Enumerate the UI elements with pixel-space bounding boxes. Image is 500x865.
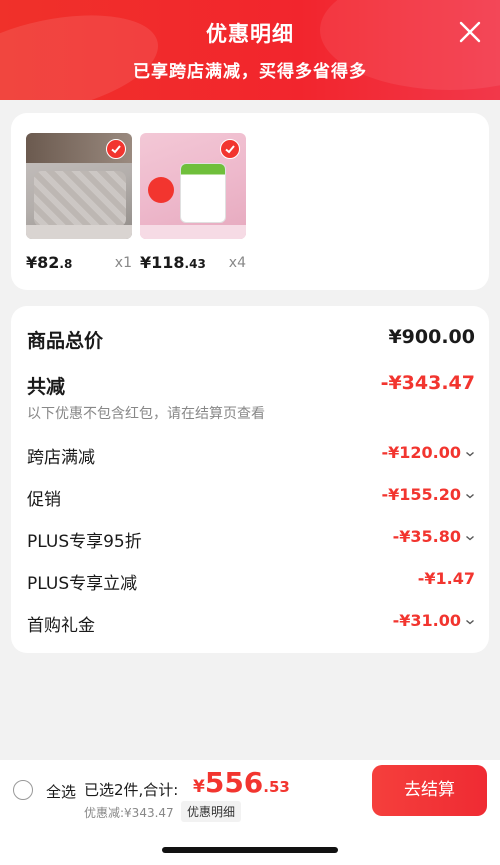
total-reduce-value: -¥343.47 xyxy=(380,372,475,394)
product-image[interactable] xyxy=(140,133,246,239)
selected-check-icon xyxy=(220,139,240,159)
discount-amount: -¥155.20 xyxy=(381,485,461,504)
product-price: ¥82.8 xyxy=(26,253,72,272)
discount-summary: 优惠减:¥343.47 xyxy=(84,806,174,820)
discount-item-label: 跨店满减 xyxy=(27,448,95,468)
total-price-label: 商品总价 xyxy=(27,330,104,352)
mattress-shape xyxy=(34,171,126,227)
chevron-down-icon[interactable] xyxy=(465,450,475,458)
discount-item-value: -¥1.47 xyxy=(417,569,475,588)
total-reduce-label: 共减 xyxy=(27,376,66,398)
discount-amount: -¥120.00 xyxy=(381,443,461,462)
page-subtitle: 已享跨店满减，买得多省得多 xyxy=(133,62,367,82)
price-decimal: .8 xyxy=(59,257,73,271)
promo-badge xyxy=(148,177,174,203)
discount-detail-card: 商品总价 ¥900.00 共减 -¥343.47 以下优惠不包含红包，请在结算页… xyxy=(11,306,489,653)
discount-item-label: 首购礼金 xyxy=(27,616,95,636)
product-image-footer xyxy=(140,225,246,239)
select-all-radio[interactable] xyxy=(13,780,33,800)
page-title: 优惠明细 xyxy=(206,22,294,46)
chevron-down-icon[interactable] xyxy=(465,618,475,626)
discount-item-value: -¥155.20 xyxy=(381,485,475,504)
home-indicator xyxy=(162,847,338,853)
total-integer: 556 xyxy=(204,766,264,799)
discount-item-value: -¥31.00 xyxy=(393,611,475,630)
total-amount: ¥556.53 xyxy=(193,766,290,799)
discount-item-label: PLUS专享95折 xyxy=(27,532,142,552)
header-decoration xyxy=(0,0,167,100)
product-price-row: ¥118.43 x4 xyxy=(140,253,246,275)
product-item[interactable]: ¥118.43 x4 xyxy=(140,133,246,275)
checkout-bar: 全选 已选2件,合计: ¥556.53 优惠减:¥343.47 优惠明细 去结算 xyxy=(0,760,500,865)
product-item[interactable]: ¥82.8 x1 xyxy=(26,133,132,275)
currency-symbol: ¥ xyxy=(193,777,205,797)
product-quantity: x4 xyxy=(228,255,246,271)
chevron-down-icon[interactable] xyxy=(465,492,475,500)
price-integer: ¥82 xyxy=(26,253,60,272)
total-price-value: ¥900.00 xyxy=(388,326,475,348)
supplement-bottle xyxy=(180,163,226,223)
red-packet-note: 以下优惠不包含红包，请在结算页查看 xyxy=(27,406,265,422)
discount-detail-button[interactable]: 优惠明细 xyxy=(181,801,242,822)
discount-amount: -¥31.00 xyxy=(392,611,461,630)
selected-count-label: 已选2件,合计: xyxy=(84,781,179,799)
product-image[interactable] xyxy=(26,133,132,239)
discount-item-label: 促销 xyxy=(27,490,61,510)
products-card: ¥82.8 x1 ¥118.43 x4 xyxy=(11,113,489,290)
product-quantity: x1 xyxy=(114,255,132,271)
price-integer: ¥118 xyxy=(140,253,185,272)
product-image-footer xyxy=(26,225,132,239)
select-all-label[interactable]: 全选 xyxy=(46,781,76,802)
header: 优惠明细 已享跨店满减，买得多省得多 xyxy=(0,0,500,100)
product-price: ¥118.43 xyxy=(140,253,206,272)
close-icon xyxy=(459,21,481,43)
discount-item-value: -¥35.80 xyxy=(393,527,475,546)
discount-item-value: -¥120.00 xyxy=(381,443,475,462)
total-decimal: .53 xyxy=(263,778,290,796)
close-button[interactable] xyxy=(458,20,482,44)
selected-check-icon xyxy=(106,139,126,159)
checkout-button[interactable]: 去结算 xyxy=(372,765,487,816)
product-price-row: ¥82.8 x1 xyxy=(26,253,132,275)
price-decimal: .43 xyxy=(184,257,206,271)
discount-amount: -¥35.80 xyxy=(392,527,461,546)
chevron-down-icon[interactable] xyxy=(465,534,475,542)
discount-item-label: PLUS专享立减 xyxy=(27,574,138,594)
